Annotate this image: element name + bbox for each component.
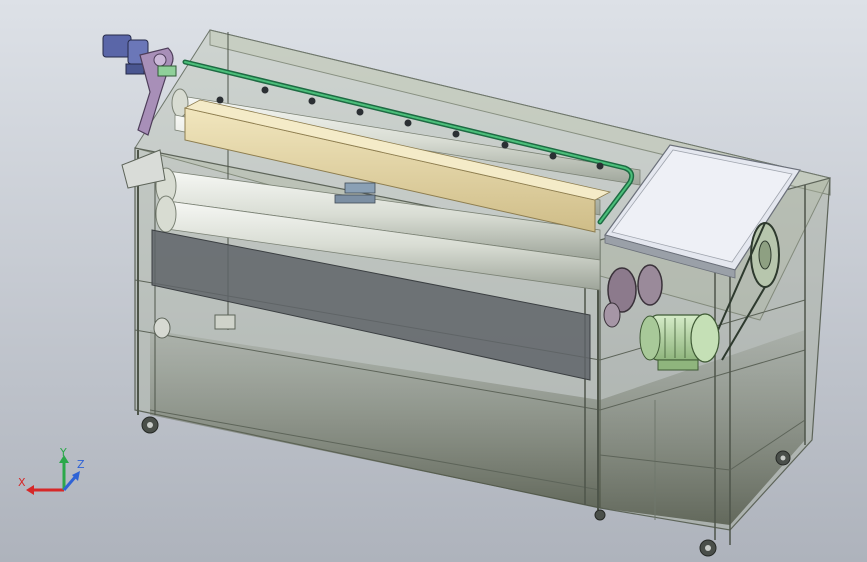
model-canvas[interactable] <box>0 0 867 562</box>
x-axis-label: X <box>18 476 26 489</box>
y-axis-label: Y <box>59 448 67 459</box>
z-axis-arrow <box>62 475 78 491</box>
z-axis-label: Z <box>77 458 85 471</box>
coordinate-triad: X Y Z <box>14 446 94 508</box>
left-roller-end <box>153 317 171 339</box>
cad-viewport[interactable] <box>0 0 867 562</box>
left-bearing-block <box>214 314 236 330</box>
coordinate-triad-icon: X Y Z <box>18 446 85 495</box>
x-axis-head <box>26 485 34 495</box>
